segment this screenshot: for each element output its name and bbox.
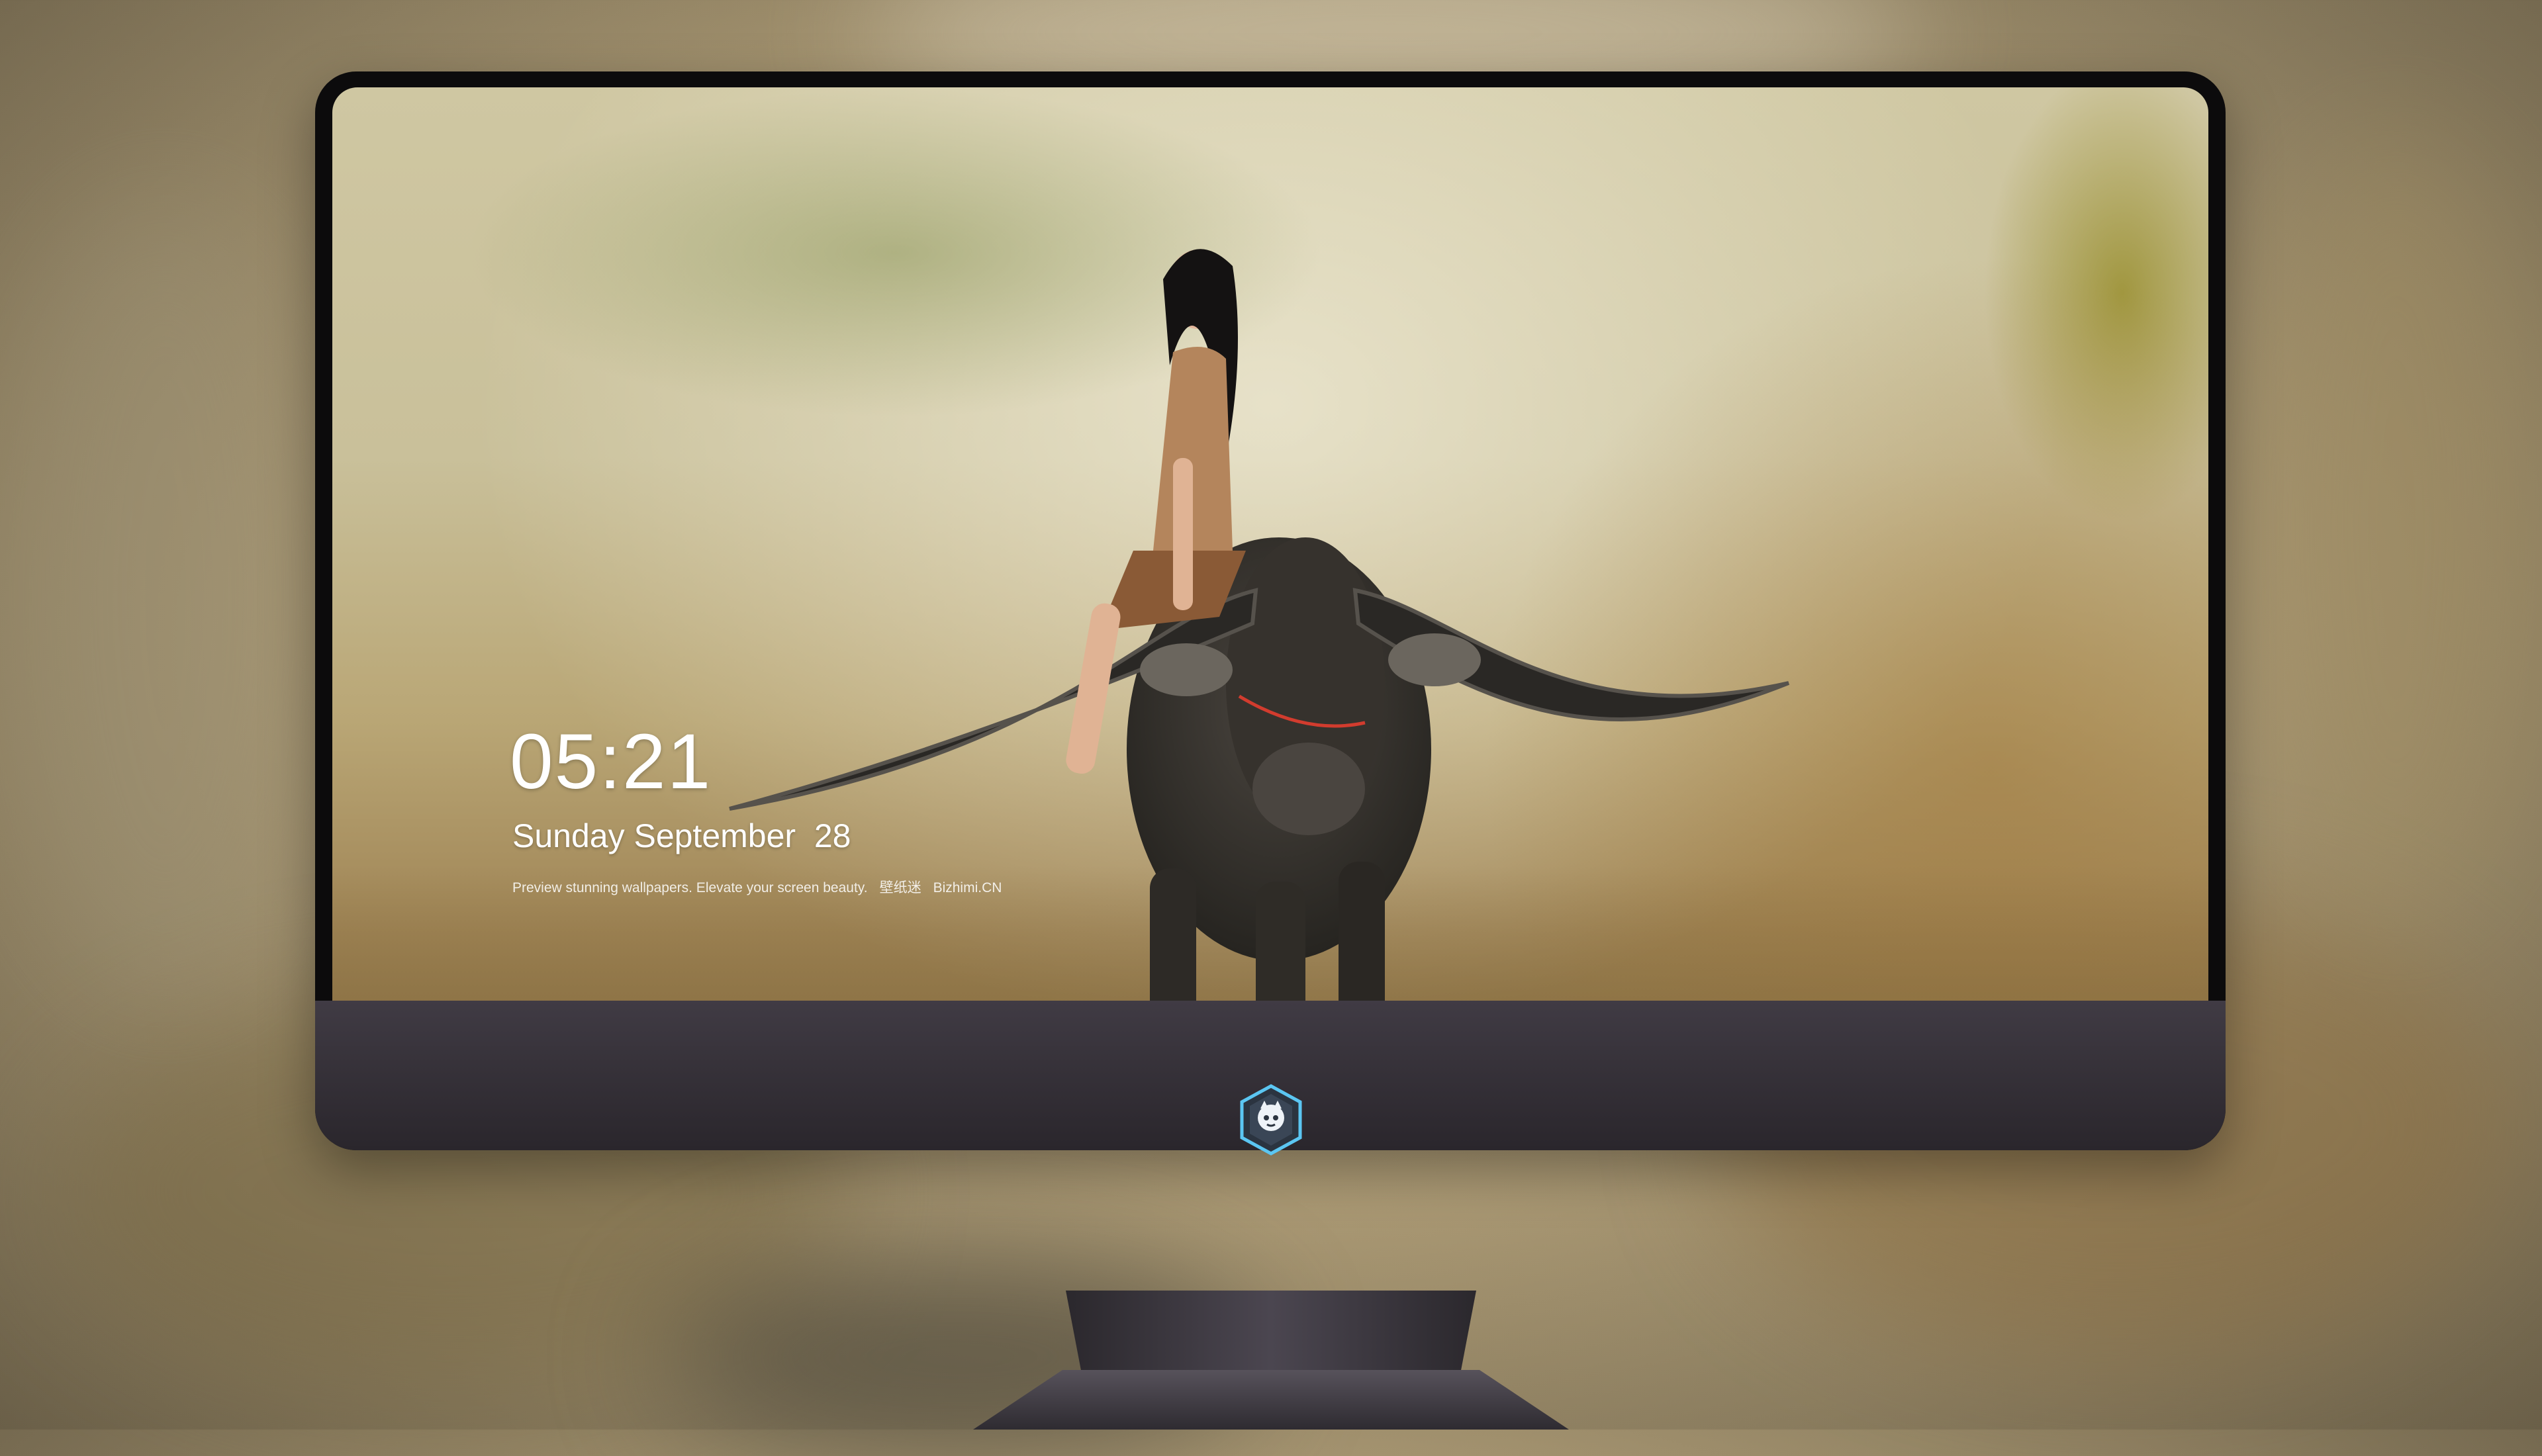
lock-screen-date: Sunday September 28 [512, 817, 851, 854]
desktop-wallpaper: 05:21 Sunday September 28 Preview stunni… [332, 87, 2208, 1144]
caption-text: Preview stunning wallpapers. Elevate you… [512, 880, 868, 895]
monitor-stand-neck [1066, 1291, 1476, 1377]
lock-screen-time: 05:21 [510, 718, 712, 805]
monitor-frame: 05:21 Sunday September 28 Preview stunni… [315, 71, 2226, 1150]
caption-cn: 壁纸迷 [879, 880, 921, 895]
monitor-stand-base [973, 1370, 1569, 1430]
wallpaper-photo [729, 249, 1790, 1107]
wallpaper-caption: Preview stunning wallpapers. Elevate you… [512, 881, 1013, 895]
wallpaper-app-logo-icon [1240, 1084, 1302, 1156]
caption-brand[interactable]: Bizhimi.CN [933, 880, 1002, 895]
